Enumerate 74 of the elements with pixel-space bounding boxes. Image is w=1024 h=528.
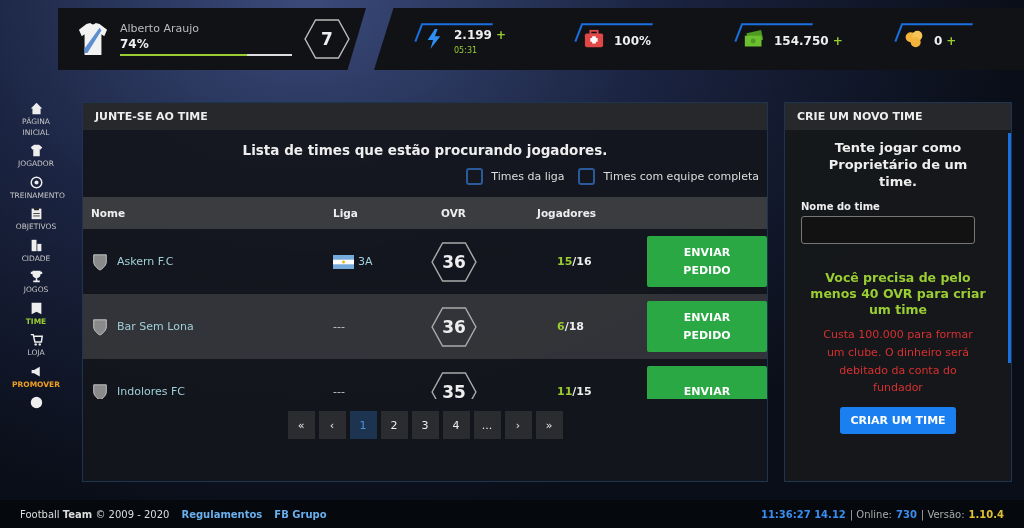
shirt-icon xyxy=(29,144,43,157)
team-name-field[interactable] xyxy=(801,215,975,244)
column-header: OVR xyxy=(441,207,467,219)
online-label: | Online: xyxy=(849,508,892,520)
column-header: Liga xyxy=(333,207,359,219)
ball-icon xyxy=(29,175,43,189)
version-number: 1.10.4 xyxy=(968,508,1004,520)
version-label: | Versão: xyxy=(920,508,965,520)
ovr-hexagon: 35 xyxy=(431,371,477,399)
player-count: 11/15 xyxy=(556,385,593,398)
league-name: 3A xyxy=(358,255,373,268)
megaphone-icon xyxy=(29,364,43,378)
column-header: Jogadores xyxy=(537,207,597,219)
scrollbar[interactable] xyxy=(1008,133,1011,363)
refill-timer: 05:31 xyxy=(454,45,479,55)
building-icon xyxy=(29,238,43,252)
page-button[interactable]: 4 xyxy=(442,411,470,439)
medical-kit-icon xyxy=(584,29,604,49)
checkbox[interactable] xyxy=(578,168,596,185)
progress-percent: 74% xyxy=(120,37,150,51)
copyright-text: Football Team © 2009 - 2020 xyxy=(20,508,170,520)
add-button[interactable]: + xyxy=(495,27,507,42)
player-count: 6/18 xyxy=(556,320,585,333)
page-button[interactable]: » xyxy=(535,411,563,439)
footer-link[interactable]: Regulamentos xyxy=(181,508,263,520)
create-team-button[interactable]: CRIAR UM TIME xyxy=(840,406,956,434)
panel-subtitle: Lista de times que estão procurando jogadores. xyxy=(241,142,609,158)
cost-note: Custa 100.000 para formar um clube. O dinheiro será debitado da conta do fundador xyxy=(822,327,974,397)
trophy-icon xyxy=(29,270,43,283)
level-hexagon: 7 xyxy=(304,19,350,59)
page-button[interactable]: › xyxy=(504,411,532,439)
requirement-text: Você precisa de pelo menos 40 OVR para criar um time xyxy=(809,269,987,319)
club-crest-icon xyxy=(91,317,109,336)
add-button[interactable]: + xyxy=(946,33,957,48)
resource-value: 100% xyxy=(614,33,652,48)
ovr-hexagon: 36 xyxy=(431,306,477,347)
footer-link[interactable]: FB Grupo xyxy=(274,508,327,520)
player-count: 15/16 xyxy=(556,255,593,268)
player-name: Alberto Araujo xyxy=(120,22,200,35)
panel-title: CRIE UM NOVO TIME xyxy=(797,110,923,123)
online-count: 730 xyxy=(896,508,917,520)
filter-checkbox[interactable]: Times da liga xyxy=(466,168,565,185)
league-name: --- xyxy=(333,385,345,398)
panel-title: JUNTE-SE AO TIME xyxy=(95,110,208,123)
cart-icon xyxy=(29,333,43,346)
filter-checkbox[interactable]: Times com equipe completa xyxy=(578,168,759,185)
club-crest-icon xyxy=(91,252,109,271)
clipboard-icon xyxy=(29,207,43,220)
field-label: Nome do time xyxy=(801,200,880,212)
page-button[interactable]: 1 xyxy=(349,411,377,439)
club-crest-icon xyxy=(91,382,109,399)
coins-icon xyxy=(904,29,924,49)
resource-value: 154.750 xyxy=(774,33,829,48)
ovr-hexagon: 36 xyxy=(431,241,477,282)
resource-value: 0 xyxy=(934,33,943,48)
intro-text: Tente jogar como Proprietário de um time. xyxy=(827,140,969,191)
checkbox[interactable] xyxy=(466,168,484,185)
resource-value: 2.199 xyxy=(454,27,492,42)
page-button[interactable]: « xyxy=(287,411,315,439)
jersey-icon xyxy=(78,21,108,57)
team-name[interactable]: Indolores FC xyxy=(117,385,185,398)
house-icon xyxy=(29,102,43,115)
team-name[interactable]: Bar Sem Lona xyxy=(117,320,194,333)
server-time: 11:36:27 14.12 xyxy=(760,508,846,520)
league-name: --- xyxy=(333,320,345,333)
page-button[interactable]: 2 xyxy=(380,411,408,439)
banner-icon xyxy=(29,301,43,315)
column-header: Nome xyxy=(91,207,127,219)
page-button[interactable]: 3 xyxy=(411,411,439,439)
cash-icon xyxy=(744,29,764,49)
team-name[interactable]: Askern F.C xyxy=(117,255,174,268)
page-button[interactable]: ‹ xyxy=(318,411,346,439)
page-button[interactable]: ... xyxy=(473,411,501,439)
add-button[interactable]: + xyxy=(832,33,843,48)
